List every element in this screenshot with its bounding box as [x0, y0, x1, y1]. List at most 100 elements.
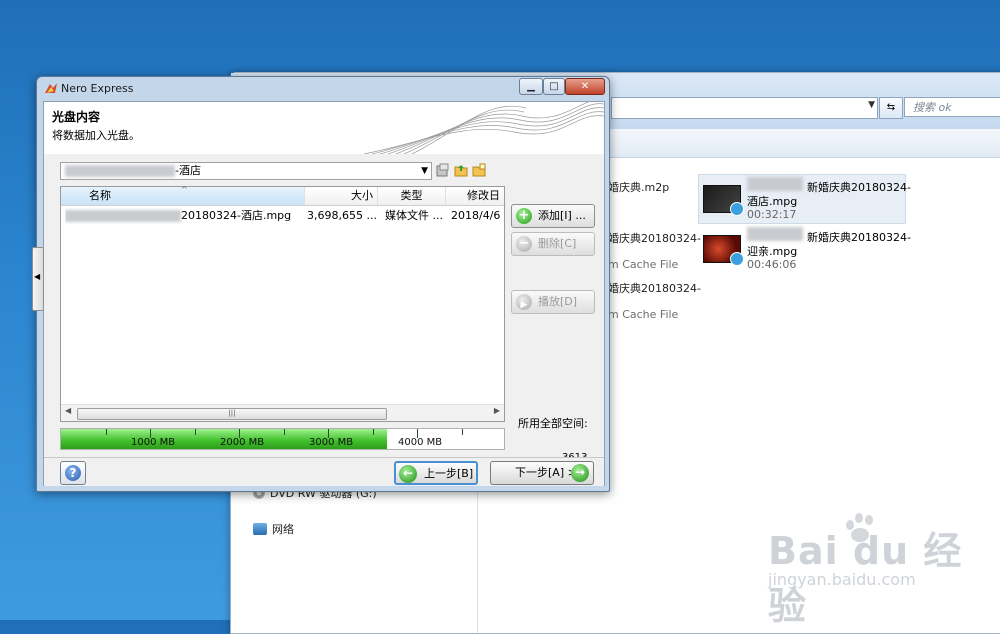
- total-space-label: 所用全部空间:: [518, 417, 588, 430]
- search-input[interactable]: 搜索 ok: [904, 97, 1000, 117]
- minimize-button[interactable]: ▁: [519, 78, 543, 95]
- capacity-tick: [283, 429, 285, 435]
- dialog-client-area: 光盘内容 将数据加入光盘。 -酒店 ▼ 名称 ^ 大小 类型 修改日 20180…: [43, 101, 605, 486]
- column-header-modified[interactable]: 修改日: [446, 187, 504, 205]
- baidu-watermark: Bai du 经验 jingyan.baidu.com: [760, 512, 990, 628]
- list-item-subtitle: m Cache File: [608, 258, 678, 271]
- video-file-tile[interactable]: 新婚庆典20180324- 迎亲.mpg 00:46:06: [698, 224, 911, 274]
- scrollbar-thumb[interactable]: |||: [77, 408, 387, 420]
- file-name: 婚庆典.m2p: [608, 181, 670, 194]
- capacity-tick-label: 4000 MB: [398, 437, 443, 448]
- wizard-footer: ? ← 上一步[B] 下一步[A] > →: [44, 457, 604, 486]
- list-item[interactable]: 婚庆典.m2p: [608, 179, 669, 195]
- minus-icon: −: [516, 236, 532, 252]
- redacted-text: [65, 210, 181, 222]
- back-button-label: 上一步[B]: [424, 467, 474, 480]
- arrow-right-icon: →: [571, 464, 589, 482]
- horizontal-scrollbar[interactable]: ◀ ||| ▶: [61, 404, 504, 421]
- capacity-tick: [372, 429, 374, 435]
- next-button-label: 下一步[A] >: [515, 466, 577, 479]
- capacity-tick-label: 2000 MB: [220, 437, 265, 448]
- help-button[interactable]: ?: [60, 461, 86, 485]
- list-item-subtitle: m Cache File: [608, 308, 678, 321]
- page-subtitle: 将数据加入光盘。: [52, 129, 140, 142]
- add-button[interactable]: + 添加[I] ...: [511, 204, 595, 228]
- capacity-tick: [194, 429, 196, 435]
- tile-duration: 00:32:17: [747, 208, 797, 221]
- title-bar[interactable]: Nero Express ▁ □ ✕: [37, 77, 609, 101]
- chevron-down-icon[interactable]: ▼: [421, 163, 428, 179]
- list-item[interactable]: 婚庆典20180324-: [608, 230, 701, 246]
- disc-capacity-bar: 1000 MB 2000 MB 3000 MB 4000 MB: [60, 428, 505, 450]
- file-type: m Cache File: [608, 308, 679, 321]
- file-name: 20180324-酒店.mpg: [181, 209, 292, 222]
- list-item[interactable]: 婚庆典20180324-: [608, 280, 701, 296]
- nav-item-label: 网络: [272, 523, 294, 536]
- close-button[interactable]: ✕: [565, 78, 605, 95]
- redacted-text: [747, 227, 803, 241]
- chevron-down-icon[interactable]: ▼: [868, 100, 875, 110]
- refresh-button[interactable]: ⇆: [879, 97, 903, 119]
- redacted-text: [65, 165, 175, 177]
- disc-content-list[interactable]: 名称 ^ 大小 类型 修改日 20180324-酒店.mpg 3,698,655…: [60, 185, 505, 422]
- row-modified-cell: 2018/4/6 1: [451, 209, 503, 222]
- chevron-left-icon: ◀: [34, 272, 41, 281]
- maximize-button[interactable]: □: [543, 78, 565, 95]
- capacity-tick-label: 1000 MB: [131, 437, 176, 448]
- media-badge-icon: [730, 202, 744, 216]
- decorative-wave-graphic: [363, 102, 604, 154]
- play-button-label: 播放[D]: [538, 295, 578, 308]
- folder-up-icon[interactable]: [454, 163, 468, 177]
- column-header-type[interactable]: 类型: [378, 187, 446, 205]
- play-icon: ▶: [516, 294, 532, 310]
- media-badge-icon: [730, 252, 744, 266]
- capacity-tick-label: 3000 MB: [309, 437, 354, 448]
- window-title: Nero Express: [61, 82, 134, 95]
- network-icon: [253, 523, 267, 535]
- explorer-address-field[interactable]: ▼: [611, 97, 878, 119]
- delete-button-label: 删除[C]: [538, 237, 577, 250]
- help-icon: ?: [65, 465, 81, 481]
- next-button[interactable]: 下一步[A] > →: [490, 461, 594, 485]
- capacity-tick: [105, 429, 107, 435]
- tile-title: 新婚庆典20180324-: [807, 231, 911, 244]
- new-folder-icon[interactable]: [472, 163, 486, 177]
- nav-item-network[interactable]: 网络: [253, 521, 294, 537]
- tile-duration: 00:46:06: [747, 258, 797, 271]
- scroll-right-icon[interactable]: ▶: [494, 406, 500, 415]
- scroll-left-icon[interactable]: ◀: [65, 406, 71, 415]
- browse-folder-icon[interactable]: [436, 163, 450, 177]
- list-header: 名称 ^ 大小 类型 修改日: [61, 185, 504, 206]
- plus-icon: +: [516, 208, 532, 224]
- tile-subtitle: 迎亲.mpg: [747, 245, 798, 258]
- redacted-text: [747, 177, 803, 191]
- delete-button[interactable]: − 删除[C]: [511, 232, 595, 256]
- row-name-cell: 20180324-酒店.mpg: [65, 208, 305, 224]
- tile-title: 新婚庆典20180324-: [807, 181, 911, 194]
- nero-app-icon: [45, 83, 57, 93]
- add-button-label: 添加[I] ...: [538, 209, 586, 222]
- capacity-tick: [461, 429, 463, 435]
- video-thumbnail-icon: [703, 185, 744, 216]
- table-row[interactable]: 20180324-酒店.mpg 3,698,655 ... 媒体文件 ... 2…: [61, 208, 504, 224]
- play-button[interactable]: ▶ 播放[D]: [511, 290, 595, 314]
- watermark-url: jingyan.baidu.com: [768, 570, 916, 589]
- column-header-size[interactable]: 大小: [305, 187, 378, 205]
- row-size-cell: 3,698,655 ...: [307, 209, 377, 222]
- video-file-tile[interactable]: 新婚庆典20180324- 酒店.mpg 00:32:17: [698, 174, 911, 224]
- collapse-panel-tab[interactable]: ◀: [32, 247, 44, 311]
- row-type-cell: 媒体文件 ...: [385, 209, 443, 222]
- folder-path-combobox[interactable]: -酒店 ▼: [60, 162, 432, 180]
- file-name: 婚庆典20180324-: [608, 282, 701, 295]
- file-name: 婚庆典20180324-: [608, 232, 701, 245]
- nero-express-dialog: Nero Express ▁ □ ✕ 光盘内容 将数据加入光盘。 -酒店 ▼ 名…: [32, 76, 610, 492]
- arrow-left-icon: ←: [399, 465, 417, 483]
- wizard-header: 光盘内容 将数据加入光盘。: [44, 102, 604, 154]
- path-text: -酒店: [175, 164, 201, 177]
- back-button[interactable]: ← 上一步[B]: [394, 461, 478, 485]
- tile-subtitle: 酒店.mpg: [747, 195, 798, 208]
- page-title: 光盘内容: [52, 110, 101, 124]
- video-thumbnail-icon: [703, 235, 744, 266]
- sort-ascending-icon: ^: [181, 185, 188, 194]
- file-type: m Cache File: [608, 258, 679, 271]
